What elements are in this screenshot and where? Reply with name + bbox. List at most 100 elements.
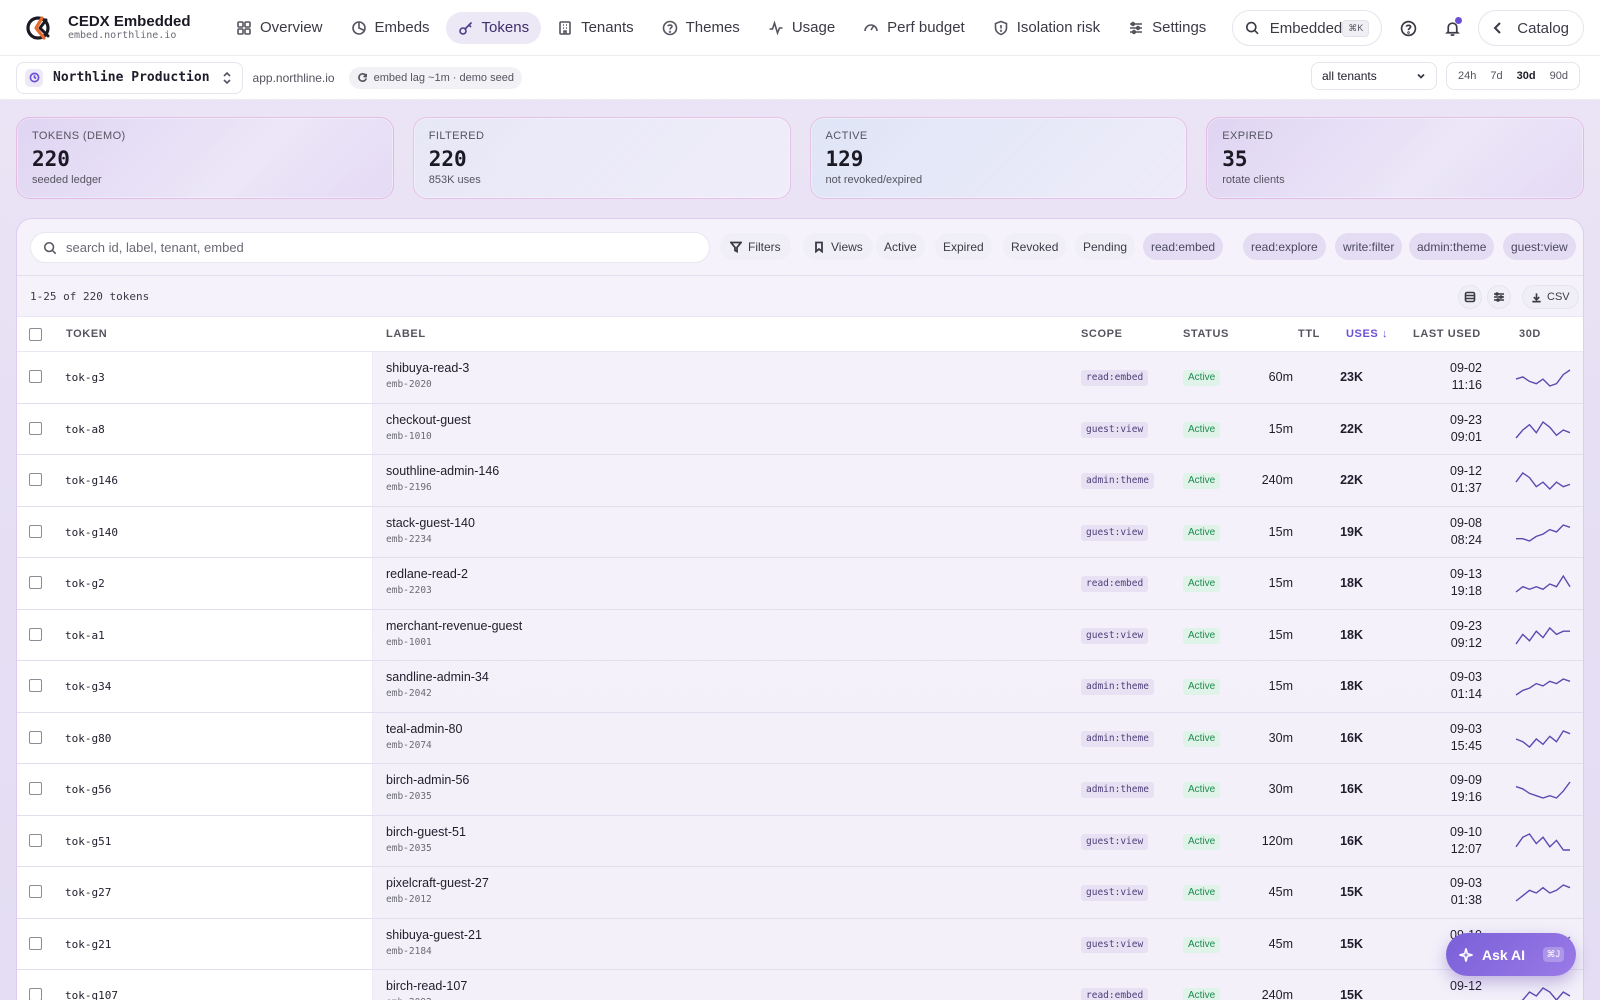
token-id[interactable]: tok-g56 <box>65 783 111 796</box>
environment-select[interactable]: Northline Production <box>16 61 243 94</box>
nav-themes[interactable]: Themes <box>650 12 752 44</box>
range-24h[interactable]: 24h <box>1451 70 1483 82</box>
embed-id[interactable]: emb-2184 <box>386 946 432 957</box>
token-search-field[interactable] <box>30 232 710 263</box>
status-chip-active[interactable]: Active <box>876 233 925 260</box>
table-row[interactable]: tok-g146 southline-admin-146 emb-2196 admin… <box>17 455 1583 507</box>
token-id[interactable]: tok-g146 <box>65 474 118 487</box>
columns-button[interactable] <box>1487 285 1511 309</box>
token-id[interactable]: tok-g3 <box>65 371 105 384</box>
catalog-button[interactable]: Catalog <box>1478 10 1584 46</box>
range-7d[interactable]: 7d <box>1483 70 1509 82</box>
token-id[interactable]: tok-g107 <box>65 989 118 1000</box>
token-id[interactable]: tok-g21 <box>65 938 111 951</box>
token-id[interactable]: tok-g2 <box>65 577 105 590</box>
status-chip-revoked[interactable]: Revoked <box>1003 233 1067 260</box>
row-checkbox[interactable] <box>29 576 42 589</box>
scope-chip-read-explore[interactable]: read:explore <box>1243 233 1326 260</box>
status-chip-pending[interactable]: Pending <box>1075 233 1136 260</box>
select-all-checkbox[interactable] <box>29 328 42 341</box>
nav-perf-budget[interactable]: Perf budget <box>851 12 977 44</box>
token-id[interactable]: tok-g140 <box>65 526 118 539</box>
help-button[interactable] <box>1390 10 1426 46</box>
global-search-button[interactable]: Embedded ⌘K <box>1232 10 1383 46</box>
embed-id[interactable]: emb-2234 <box>386 534 432 545</box>
embed-id[interactable]: emb-2035 <box>386 843 432 854</box>
nav-settings[interactable]: Settings <box>1116 12 1218 44</box>
token-id[interactable]: tok-a1 <box>65 629 105 642</box>
range-90d[interactable]: 90d <box>1543 70 1575 82</box>
embed-id[interactable]: emb-1010 <box>386 431 432 442</box>
embed-id[interactable]: emb-2042 <box>386 688 432 699</box>
embed-id[interactable]: emb-2074 <box>386 740 432 751</box>
row-checkbox[interactable] <box>29 782 42 795</box>
scope-chip-guest-view[interactable]: guest:view <box>1503 233 1576 260</box>
embed-id[interactable]: emb-2020 <box>386 379 432 390</box>
stat-card-expired[interactable]: EXPIRED 35 rotate clients <box>1206 117 1584 199</box>
table-row[interactable]: tok-g2 redlane-read-2 emb-2203 read:embed Ac… <box>17 558 1583 610</box>
table-row[interactable]: tok-g56 birch-admin-56 emb-2035 admin:theme… <box>17 764 1583 816</box>
token-id[interactable]: tok-g80 <box>65 732 111 745</box>
row-checkbox[interactable] <box>29 885 42 898</box>
row-checkbox[interactable] <box>29 627 42 641</box>
row-checkbox[interactable] <box>29 730 42 744</box>
token-id[interactable]: tok-g27 <box>65 886 111 899</box>
stat-card-tokens-demo[interactable]: TOKENS (DEMO) 220 seeded ledger <box>16 117 394 199</box>
stat-card-filtered[interactable]: FILTERED 220 853K uses <box>412 117 791 199</box>
embed-id[interactable]: emb-2035 <box>386 791 432 802</box>
nav-embeds[interactable]: Embeds <box>339 12 442 44</box>
column-trend[interactable]: 30D <box>1519 328 1541 340</box>
stat-card-active[interactable]: ACTIVE 129 not revoked/expired <box>809 117 1188 199</box>
nav-tokens[interactable]: Tokens <box>445 11 542 44</box>
table-row[interactable]: tok-g51 birch-guest-51 emb-2035 guest:view A… <box>17 815 1583 867</box>
table-row[interactable]: tok-g80 teal-admin-80 emb-2074 admin:theme A… <box>17 712 1583 764</box>
column-token[interactable]: TOKEN <box>66 328 107 340</box>
table-row[interactable]: tok-g140 stack-guest-140 emb-2234 guest:vie… <box>17 506 1583 558</box>
row-checkbox[interactable] <box>29 679 42 692</box>
table-row[interactable]: tok-a8 checkout-guest emb-1010 guest:view Ac… <box>17 403 1583 455</box>
column-status[interactable]: STATUS <box>1183 328 1229 340</box>
nav-overview[interactable]: Overview <box>224 12 335 44</box>
column-scope[interactable]: SCOPE <box>1081 328 1123 340</box>
range-30d[interactable]: 30d <box>1510 70 1543 82</box>
filters-button[interactable]: Filters <box>720 233 791 260</box>
scope-chip-admin-theme[interactable]: admin:theme <box>1409 233 1495 260</box>
embed-id[interactable]: emb-2203 <box>386 585 432 596</box>
nav-isolation-risk[interactable]: Isolation risk <box>981 12 1112 44</box>
nav-tenants[interactable]: Tenants <box>545 12 646 44</box>
scope-chip-write-filter[interactable]: write:filter <box>1335 233 1403 260</box>
row-checkbox[interactable] <box>29 988 42 1000</box>
row-checkbox[interactable] <box>29 936 42 950</box>
ask-ai-button[interactable]: Ask AI ⌘J <box>1446 933 1576 976</box>
embed-id[interactable]: emb-1001 <box>386 637 432 648</box>
token-id[interactable]: tok-g51 <box>65 835 111 848</box>
column-label[interactable]: LABEL <box>386 328 426 340</box>
table-row[interactable]: tok-g3 shibuya-read-3 emb-2020 read:embed Ac… <box>17 352 1583 404</box>
status-chip-expired[interactable]: Expired <box>935 233 992 260</box>
embed-id[interactable]: emb-2012 <box>386 894 432 905</box>
tenant-select[interactable]: all tenants <box>1311 62 1437 90</box>
notifications-button[interactable] <box>1434 10 1470 46</box>
column-last-used[interactable]: LAST USED <box>1413 328 1481 340</box>
table-row[interactable]: tok-a1 merchant-revenue-guest emb-1001 gues… <box>17 609 1583 661</box>
scope-chip-read-embed[interactable]: read:embed <box>1143 233 1224 260</box>
row-checkbox[interactable] <box>29 370 42 383</box>
nav-usage[interactable]: Usage <box>756 12 847 44</box>
embed-id[interactable]: emb-2196 <box>386 482 432 493</box>
table-row[interactable]: tok-g21 shibuya-guest-21 emb-2184 guest:vie… <box>17 918 1583 970</box>
column-ttl[interactable]: TTL <box>1298 328 1320 340</box>
column-uses[interactable]: USES ↓ <box>1346 328 1388 340</box>
csv-export-button[interactable]: CSV <box>1522 285 1579 309</box>
row-checkbox[interactable] <box>29 473 42 486</box>
table-row[interactable]: tok-g107birch-read-107emb-2092read:embed… <box>17 970 1583 1000</box>
row-checkbox[interactable] <box>29 833 42 847</box>
table-row[interactable]: tok-g27 pixelcraft-guest-27 emb-2012 guest:… <box>17 867 1583 919</box>
brand[interactable]: CEDX Embedded embed.northline.io <box>26 13 206 42</box>
row-checkbox[interactable] <box>29 524 42 538</box>
token-id[interactable]: tok-g34 <box>65 680 111 693</box>
row-checkbox[interactable] <box>29 421 42 435</box>
token-search-input[interactable] <box>66 240 666 255</box>
token-id[interactable]: tok-a8 <box>65 423 105 436</box>
density-button[interactable] <box>1458 285 1482 309</box>
host-url[interactable]: app.northline.io <box>253 71 335 85</box>
